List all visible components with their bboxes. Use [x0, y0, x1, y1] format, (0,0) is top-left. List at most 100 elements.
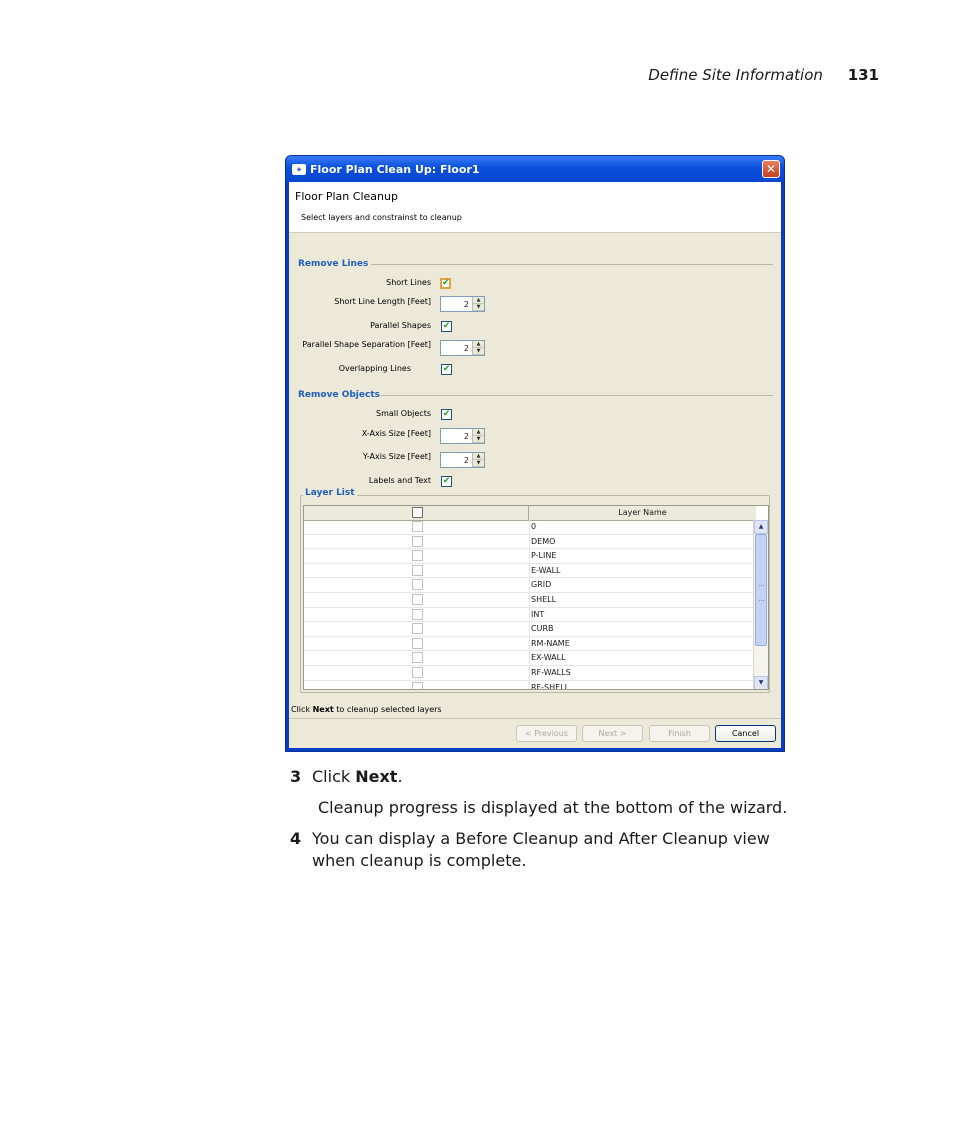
x-axis-size-spinner[interactable]: 2 ▲ ▼ [440, 428, 485, 444]
table-header: Layer Name [304, 506, 756, 521]
layer-checkbox[interactable] [412, 564, 423, 576]
spin-down-icon[interactable]: ▼ [473, 460, 484, 467]
step-text: when cleanup is complete. [312, 851, 527, 870]
cancel-button[interactable]: Cancel [715, 725, 776, 742]
table-row[interactable]: RF-WALLS [304, 665, 756, 681]
table-row[interactable]: 0 [304, 520, 756, 535]
step-text: Click Next. [312, 767, 403, 786]
layer-name: CURB [531, 624, 554, 634]
wizard-title: Floor Plan Cleanup [295, 190, 398, 203]
row-select-cell[interactable] [304, 636, 530, 651]
spin-up-icon[interactable]: ▲ [473, 341, 484, 348]
table-row[interactable]: GRID [304, 578, 756, 593]
parallel-shape-separation-spinner[interactable]: 2 ▲ ▼ [440, 340, 485, 356]
layer-name: 0 [531, 522, 537, 531]
floor-plan-cleanup-dialog: ◈ Floor Plan Clean Up: Floor1 ✕ Floor Pl… [285, 155, 785, 752]
row-select-cell[interactable] [304, 665, 530, 680]
select-all-checkbox[interactable] [412, 507, 423, 518]
spin-up-icon[interactable]: ▲ [473, 429, 484, 436]
step-number: 4 [290, 829, 302, 848]
layer-checkbox[interactable] [412, 637, 423, 649]
layer-name: DEMO [531, 536, 556, 546]
table-row[interactable]: EX-WALL [304, 651, 756, 666]
table-row[interactable]: CURB [304, 622, 756, 637]
parallel-shapes-checkbox[interactable]: ✔ [441, 321, 452, 332]
status-suffix: to cleanup selected layers [333, 705, 442, 714]
vertical-scrollbar[interactable]: ▲ ▼ [753, 520, 768, 689]
spinner-value: 2 [463, 300, 469, 309]
layer-name: GRID [531, 580, 552, 590]
status-message: Click Next to cleanup selected layers [291, 705, 442, 714]
close-button[interactable]: ✕ [762, 160, 780, 178]
layer-checkbox[interactable] [412, 550, 423, 562]
status-bold: Next [312, 705, 334, 714]
finish-button[interactable]: Finish [649, 725, 710, 742]
status-prefix: Click [291, 705, 313, 714]
row-select-cell[interactable] [304, 534, 530, 549]
layer-checkbox[interactable] [412, 666, 423, 678]
row-select-cell[interactable] [304, 549, 530, 563]
table-row[interactable]: P-LINE [304, 549, 756, 564]
short-lines-label: Short Lines [386, 278, 431, 287]
spin-down-icon[interactable]: ▼ [473, 436, 484, 443]
table-row[interactable]: RM-NAME [304, 636, 756, 652]
step-number: 3 [290, 767, 302, 786]
short-lines-checkbox[interactable]: ✔ [440, 278, 451, 289]
small-objects-checkbox[interactable]: ✔ [441, 409, 452, 420]
layer-checkbox[interactable] [412, 579, 423, 591]
scroll-up-icon[interactable]: ▲ [754, 520, 768, 534]
row-select-cell[interactable] [304, 592, 530, 607]
select-all-column[interactable] [304, 506, 529, 520]
parallel-shapes-label: Parallel Shapes [370, 321, 431, 330]
row-select-cell[interactable] [304, 563, 530, 578]
divider [371, 264, 773, 265]
table-row[interactable]: INT [304, 607, 756, 623]
labels-and-text-checkbox[interactable]: ✔ [441, 476, 452, 487]
wizard-subtitle: Select layers and constrainst to cleanup [301, 213, 462, 222]
y-axis-size-label: Y-Axis Size [Feet] [362, 452, 431, 461]
layer-checkbox[interactable] [412, 681, 423, 689]
previous-button[interactable]: < Previous [516, 725, 577, 742]
row-select-cell[interactable] [304, 578, 530, 592]
remove-objects-title: Remove Objects [298, 390, 380, 400]
layer-checkbox[interactable] [412, 608, 423, 620]
y-axis-size-spinner[interactable]: 2 ▲ ▼ [440, 452, 485, 468]
row-select-cell[interactable] [304, 520, 530, 534]
table-row[interactable]: DEMO [304, 534, 756, 550]
next-button[interactable]: Next > [582, 725, 643, 742]
overlapping-lines-checkbox[interactable]: ✔ [441, 364, 452, 375]
labels-and-text-label: Labels and Text [368, 476, 431, 485]
scroll-down-icon[interactable]: ▼ [754, 676, 768, 689]
spinner-value: 2 [463, 344, 469, 353]
spin-down-icon[interactable]: ▼ [473, 348, 484, 355]
section-title: Define Site Information [648, 66, 823, 84]
layer-checkbox[interactable] [412, 521, 423, 532]
layer-checkbox[interactable] [412, 593, 423, 605]
layer-name-header[interactable]: Layer Name [529, 506, 756, 520]
table-row[interactable]: SHELL [304, 592, 756, 608]
layer-checkbox[interactable] [412, 623, 423, 635]
table-row[interactable]: E-WALL [304, 563, 756, 579]
scroll-thumb[interactable] [755, 534, 767, 646]
step-3-note: Cleanup progress is displayed at the bot… [318, 798, 788, 817]
layer-checkbox[interactable] [412, 652, 423, 664]
row-select-cell[interactable] [304, 607, 530, 622]
overlapping-lines-label: Overlapping Lines [338, 364, 411, 373]
step-text-bold: Next [355, 767, 398, 786]
small-objects-label: Small Objects [376, 409, 431, 418]
title-bar[interactable]: ◈ Floor Plan Clean Up: Floor1 ✕ [286, 156, 784, 182]
spin-up-icon[interactable]: ▲ [473, 297, 484, 304]
app-icon: ◈ [292, 163, 306, 175]
row-select-cell[interactable] [304, 680, 530, 689]
spin-down-icon[interactable]: ▼ [473, 304, 484, 311]
row-select-cell[interactable] [304, 622, 530, 636]
page-number: 131 [847, 66, 879, 84]
step-text-pre: Click [312, 767, 356, 786]
short-line-length-label: Short Line Length [Feet] [334, 297, 431, 306]
table-row[interactable]: RF-SHELL [304, 680, 756, 689]
spinner-value: 2 [463, 432, 469, 441]
short-line-length-spinner[interactable]: 2 ▲ ▼ [440, 296, 485, 312]
spin-up-icon[interactable]: ▲ [473, 453, 484, 460]
layer-checkbox[interactable] [412, 535, 423, 547]
row-select-cell[interactable] [304, 651, 530, 665]
